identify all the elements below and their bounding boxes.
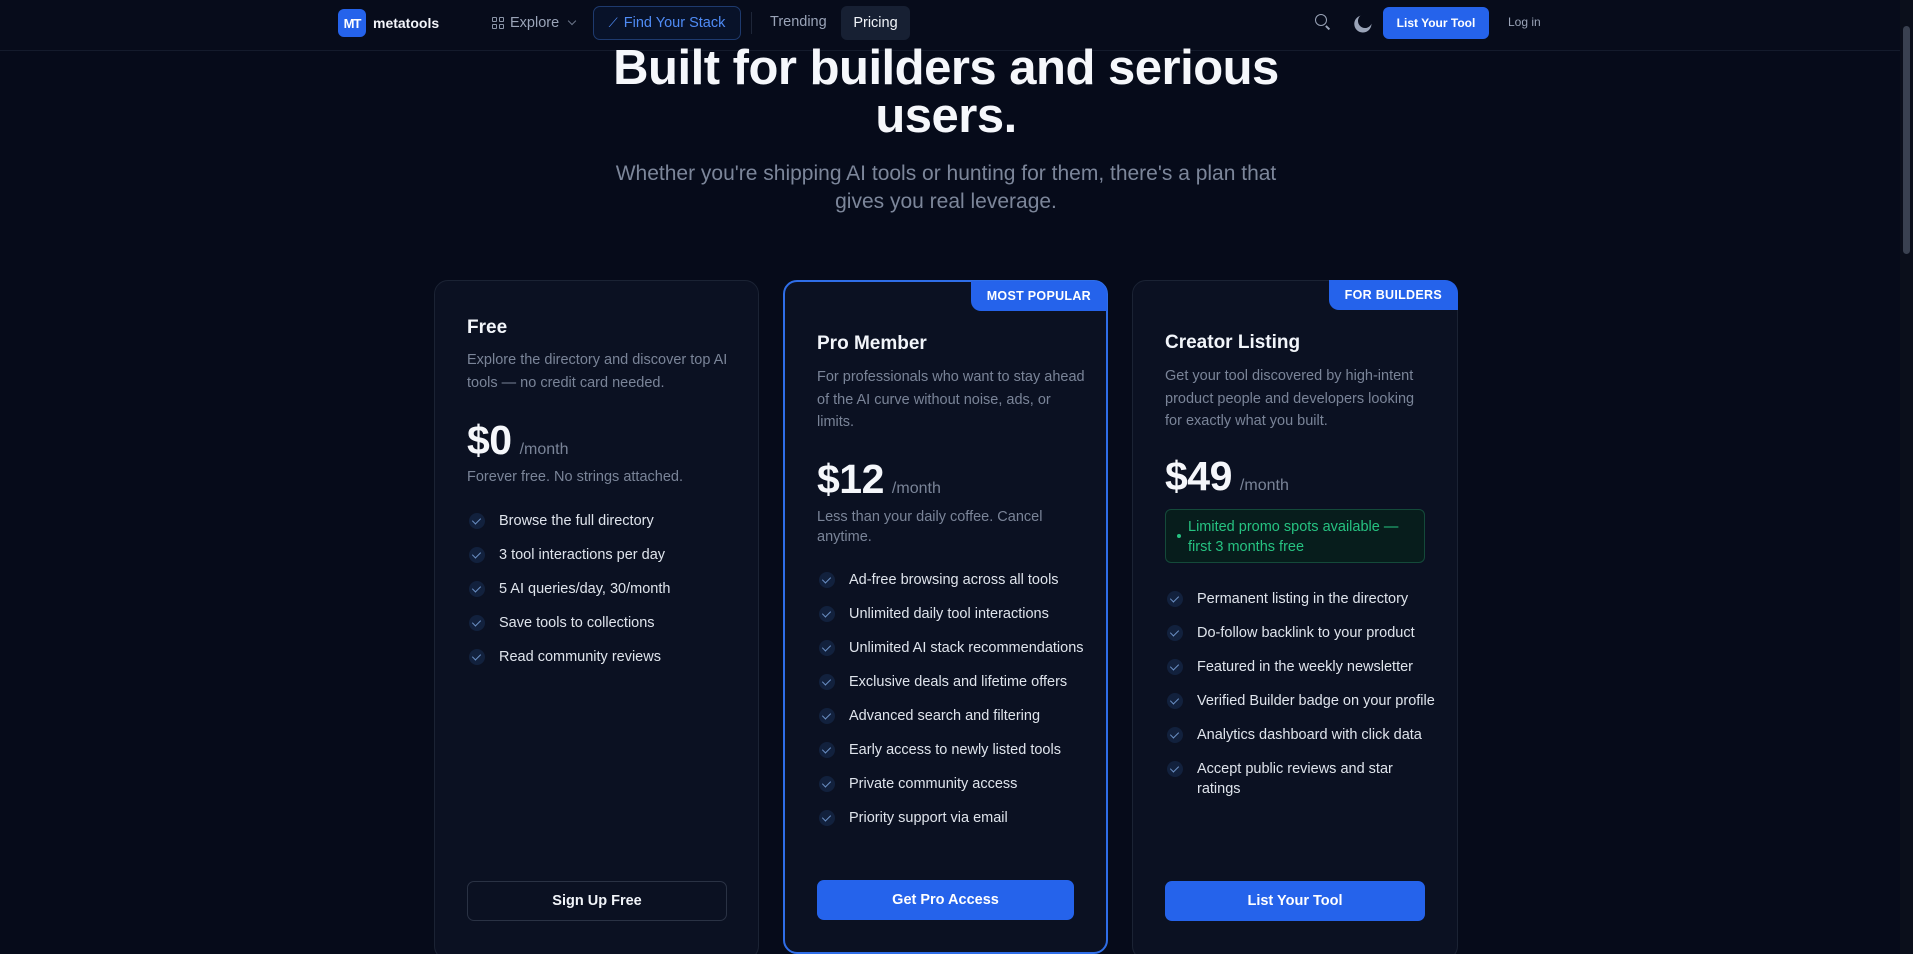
plan-name: Free: [467, 317, 508, 338]
plan-description: Get your tool discovered by high-intent …: [1165, 368, 1415, 429]
price-amount: $0: [467, 417, 512, 463]
login-link[interactable]: Log in: [1508, 15, 1541, 29]
for-builders-badge: FOR BUILDERS: [1328, 280, 1458, 310]
promo-notice: Limited promo spots available — first 3 …: [1165, 509, 1425, 563]
nav-explore-label: Explore: [510, 15, 560, 31]
check-icon: [469, 513, 485, 529]
feature-item: Permanent listing in the directory: [1165, 589, 1437, 609]
check-icon: [819, 572, 835, 588]
plan-description: Explore the directory and discover top A…: [467, 352, 728, 391]
check-icon: [819, 810, 835, 826]
page-title: Built for builders and serious users.: [613, 41, 1279, 143]
feature-item: 3 tool interactions per day: [467, 545, 739, 565]
check-icon: [819, 708, 835, 724]
feature-item: Accept public reviews and star ratings: [1165, 759, 1437, 799]
grid-icon: [492, 17, 504, 29]
check-icon: [469, 581, 485, 597]
check-icon: [1167, 625, 1183, 641]
nav-trending-link[interactable]: Trending: [770, 14, 827, 30]
chevron-down-icon: [567, 16, 577, 26]
price-amount: $12: [817, 456, 884, 502]
logo-text: metatools: [373, 15, 440, 31]
search-icon[interactable]: [1315, 14, 1331, 30]
list-your-tool-button[interactable]: List Your Tool: [1165, 881, 1425, 921]
feature-item: Advanced search and filtering: [817, 706, 1089, 726]
check-icon: [1167, 761, 1183, 777]
status-dot-icon: [1177, 534, 1181, 538]
plan-price: $49 /month: [1165, 453, 1289, 500]
feature-item: Exclusive deals and lifetime offers: [817, 672, 1089, 692]
feature-list: Ad-free browsing across all tools Unlimi…: [817, 570, 1089, 842]
check-icon: [1167, 727, 1183, 743]
check-icon: [819, 606, 835, 622]
promo-text: Limited promo spots available — first 3 …: [1188, 519, 1399, 555]
get-pro-access-button[interactable]: Get Pro Access: [817, 880, 1074, 920]
check-icon: [819, 742, 835, 758]
feature-item: Verified Builder badge on your profile: [1165, 691, 1437, 711]
price-period: /month: [891, 480, 941, 497]
most-popular-badge: MOST POPULAR: [970, 281, 1107, 311]
feature-item: 5 AI queries/day, 30/month: [467, 579, 739, 599]
dark-mode-toggle-icon[interactable]: [1354, 13, 1370, 29]
plan-card-creator: FOR BUILDERS Creator Listing Get your to…: [1132, 280, 1458, 954]
feature-item: Featured in the weekly newsletter: [1165, 657, 1437, 677]
plan-card-pro: MOST POPULAR Pro Member For professional…: [783, 280, 1108, 954]
check-icon: [1167, 693, 1183, 709]
nav-divider: [751, 12, 752, 34]
feature-item: Read community reviews: [467, 647, 739, 667]
price-amount: $49: [1165, 453, 1232, 499]
feature-item: Early access to newly listed tools: [817, 740, 1089, 760]
price-period: /month: [519, 441, 569, 458]
scrollbar-thumb[interactable]: [1903, 26, 1910, 254]
check-icon: [819, 640, 835, 656]
nav-pricing-link[interactable]: Pricing: [841, 6, 910, 40]
feature-item: Browse the full directory: [467, 511, 739, 531]
plan-card-free: Free Explore the directory and discover …: [434, 280, 759, 954]
check-icon: [469, 547, 485, 563]
check-icon: [469, 649, 485, 665]
check-icon: [1167, 659, 1183, 675]
find-your-stack-label: Find Your Stack: [623, 15, 726, 31]
list-your-tool-nav-button[interactable]: List Your Tool: [1383, 7, 1489, 39]
magic-wand-icon: ⟋: [608, 15, 618, 30]
price-period: /month: [1239, 477, 1289, 494]
feature-item: Ad-free browsing across all tools: [817, 570, 1089, 590]
find-your-stack-button[interactable]: ⟋ Find Your Stack: [593, 6, 741, 40]
feature-item: Unlimited daily tool interactions: [817, 604, 1089, 624]
logo[interactable]: MT metatools: [338, 9, 439, 37]
feature-list: Browse the full directory 3 tool interac…: [467, 511, 739, 681]
nav-explore-dropdown[interactable]: Explore: [492, 12, 577, 34]
plan-price: $12 /month: [817, 456, 941, 503]
feature-item: Save tools to collections: [467, 613, 739, 633]
feature-item: Do-follow backlink to your product: [1165, 623, 1437, 643]
feature-item: Unlimited AI stack recommendations: [817, 638, 1089, 658]
page-subtitle: Whether you're shipping AI tools or hunt…: [615, 162, 1277, 213]
feature-item: Private community access: [817, 774, 1089, 794]
plan-description: For professionals who want to stay ahead…: [817, 369, 1085, 430]
feature-item: Priority support via email: [817, 808, 1089, 828]
check-icon: [819, 776, 835, 792]
logo-mark-icon: MT: [338, 9, 366, 37]
check-icon: [819, 674, 835, 690]
check-icon: [1167, 591, 1183, 607]
plan-name: Pro Member: [817, 333, 927, 354]
price-note: Forever free. No strings attached.: [467, 469, 683, 485]
check-icon: [469, 615, 485, 631]
feature-item: Analytics dashboard with click data: [1165, 725, 1437, 745]
plan-name: Creator Listing: [1165, 332, 1301, 353]
plan-price: $0 /month: [467, 417, 569, 464]
sign-up-free-button[interactable]: Sign Up Free: [467, 881, 727, 921]
price-note: Less than your daily coffee. Cancel anyt…: [817, 509, 1043, 545]
feature-list: Permanent listing in the directory Do-fo…: [1165, 589, 1437, 813]
page-scrollbar[interactable]: [1900, 0, 1913, 954]
